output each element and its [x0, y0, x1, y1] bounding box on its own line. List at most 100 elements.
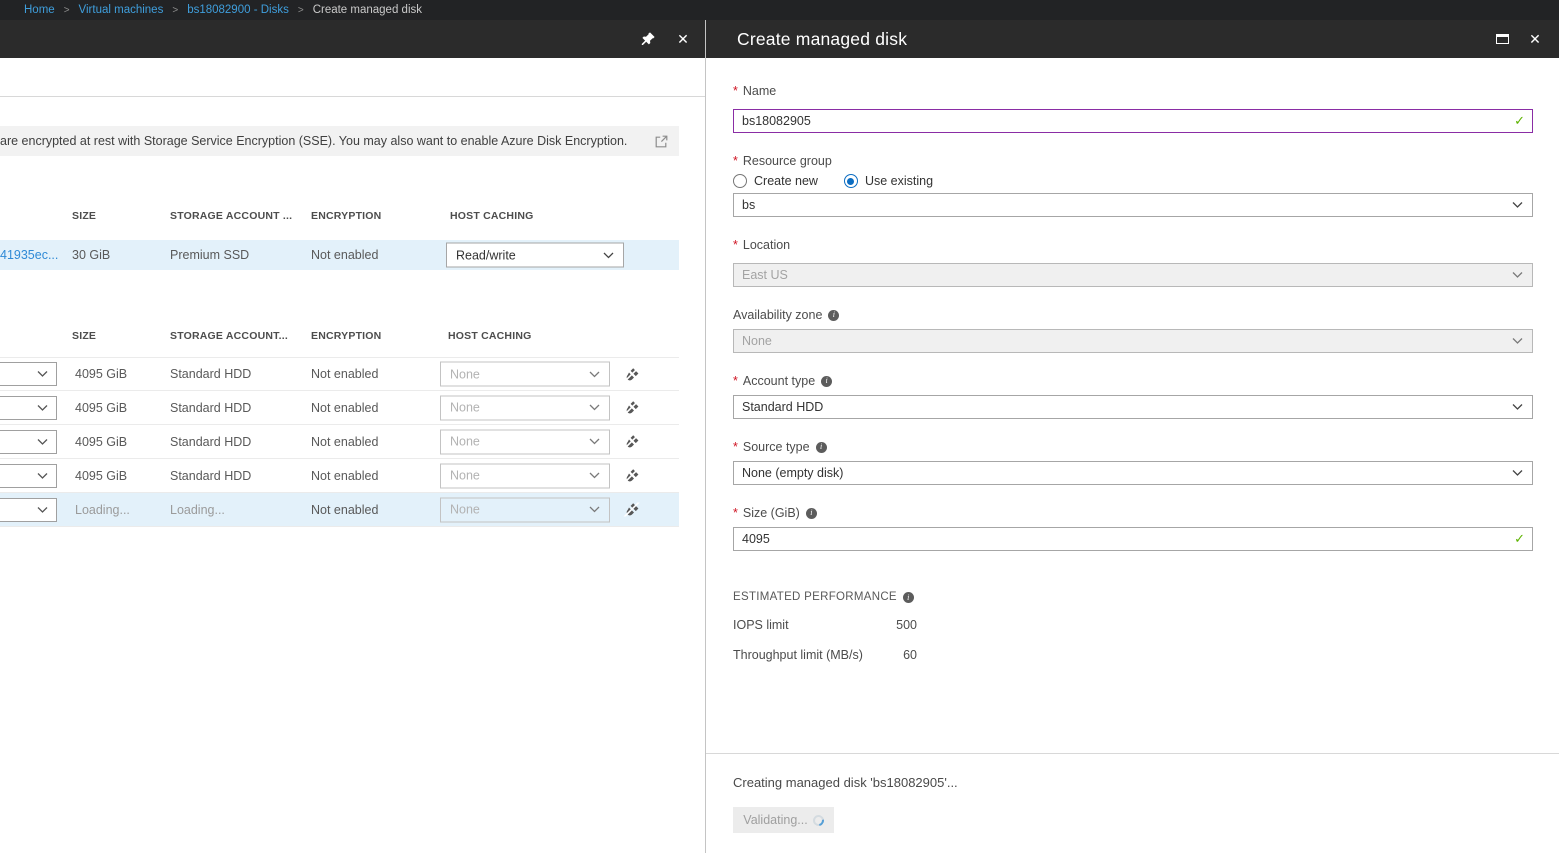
pin-icon[interactable]: [640, 31, 656, 47]
external-link-icon[interactable]: [654, 134, 669, 149]
detach-disk-icon[interactable]: [622, 367, 640, 382]
chevron-down-icon: [37, 438, 48, 445]
host-caching-dropdown[interactable]: None: [440, 463, 610, 488]
required-asterisk: *: [733, 85, 738, 97]
disk-size: Loading...: [75, 503, 130, 517]
radio-label: Create new: [754, 174, 818, 188]
host-caching-dropdown[interactable]: None: [440, 362, 610, 387]
size-field-group: * Size (GiB) i ✓: [733, 507, 1533, 551]
throughput-limit-value: 60: [893, 648, 917, 662]
lun-dropdown[interactable]: [0, 464, 57, 488]
table-row: 4095 GiB Standard HDD Not enabled None: [0, 459, 679, 493]
radio-circle-selected: [844, 174, 858, 188]
column-storage-account: STORAGE ACCOUNT ...: [170, 210, 292, 222]
estimated-performance-section: ESTIMATED PERFORMANCE i IOPS limit 500 T…: [733, 591, 1533, 662]
source-type-value: None (empty disk): [742, 466, 843, 480]
table-row: 4095 GiB Standard HDD Not enabled None: [0, 391, 679, 425]
account-type-field-group: * Account type i Standard HDD: [733, 375, 1533, 419]
column-host-caching: HOST CACHING: [448, 330, 531, 342]
column-encryption: ENCRYPTION: [311, 330, 381, 342]
detach-disk-icon[interactable]: [622, 400, 640, 415]
detach-disk-icon[interactable]: [622, 434, 640, 449]
iops-limit-label: IOPS limit: [733, 618, 893, 632]
location-field-group: * Location East US: [733, 239, 1533, 287]
host-caching-dropdown[interactable]: None: [440, 497, 610, 522]
account-type-dropdown[interactable]: Standard HDD: [733, 395, 1533, 419]
lun-dropdown[interactable]: [0, 498, 57, 522]
account-type-value: Standard HDD: [742, 400, 823, 414]
source-type-dropdown[interactable]: None (empty disk): [733, 461, 1533, 485]
host-caching-dropdown[interactable]: Read/write: [446, 243, 624, 268]
info-icon[interactable]: i: [903, 592, 914, 603]
disk-size: 4095 GiB: [75, 469, 127, 483]
required-asterisk: *: [733, 239, 738, 251]
status-text: Creating managed disk 'bs18082905'...: [733, 775, 1533, 790]
validating-button[interactable]: Validating...: [733, 807, 834, 833]
column-size: SIZE: [72, 210, 96, 222]
close-icon[interactable]: ✕: [675, 31, 691, 47]
resource-group-value: bs: [742, 198, 755, 212]
breadcrumb-separator: >: [298, 5, 304, 16]
table-row: Loading... Loading... Not enabled None: [0, 493, 679, 527]
disk-size: 4095 GiB: [75, 401, 127, 415]
breadcrumb-vm-disks[interactable]: bs18082900 - Disks: [187, 4, 289, 16]
table-row: 4095 GiB Standard HDD Not enabled None: [0, 357, 679, 391]
required-asterisk: *: [733, 507, 738, 519]
host-caching-value: None: [450, 367, 480, 381]
name-input[interactable]: [734, 110, 1532, 132]
detach-disk-icon[interactable]: [622, 502, 640, 517]
chevron-down-icon: [589, 371, 600, 378]
breadcrumb: Home > Virtual machines > bs18082900 - D…: [0, 0, 1559, 20]
info-icon[interactable]: i: [806, 508, 817, 519]
breadcrumb-home[interactable]: Home: [24, 4, 55, 16]
chevron-down-icon: [1512, 470, 1523, 477]
lun-dropdown[interactable]: [0, 430, 57, 454]
chevron-down-icon: [37, 371, 48, 378]
info-icon[interactable]: i: [828, 310, 839, 321]
name-field-group: * Name ✓: [733, 85, 1533, 133]
blade-header: Create managed disk ✕: [706, 20, 1559, 58]
toolbar-divider: [0, 58, 705, 97]
valid-check-icon: ✓: [1514, 113, 1525, 129]
iops-limit-value: 500: [893, 618, 917, 632]
host-caching-value: None: [450, 435, 480, 449]
availability-zone-dropdown: None: [733, 329, 1533, 353]
disk-encryption: Not enabled: [311, 367, 378, 381]
disk-storage-account: Premium SSD: [170, 248, 249, 262]
lun-dropdown[interactable]: [0, 362, 57, 386]
disk-storage-account: Standard HDD: [170, 367, 251, 381]
availability-zone-field-group: Availability zone i None: [733, 309, 1533, 353]
validating-label: Validating...: [743, 813, 807, 827]
availability-zone-value: None: [742, 334, 772, 348]
info-icon[interactable]: i: [816, 442, 827, 453]
name-input-box: ✓: [733, 109, 1533, 133]
disk-name-link[interactable]: 41935ec...: [0, 248, 58, 262]
banner-text: are encrypted at rest with Storage Servi…: [0, 134, 646, 148]
maximize-icon[interactable]: [1494, 31, 1510, 47]
use-existing-radio[interactable]: Use existing: [844, 174, 933, 188]
create-new-radio[interactable]: Create new: [733, 174, 818, 188]
detach-disk-icon[interactable]: [622, 468, 640, 483]
host-caching-dropdown[interactable]: None: [440, 395, 610, 420]
resource-group-dropdown[interactable]: bs: [733, 193, 1533, 217]
chevron-down-icon: [603, 252, 614, 259]
location-label: * Location: [733, 239, 1533, 251]
disks-blade-header: ✕: [0, 20, 705, 58]
info-icon[interactable]: i: [821, 376, 832, 387]
disk-storage-account: Standard HDD: [170, 469, 251, 483]
disk-encryption: Not enabled: [311, 435, 378, 449]
resource-group-field-group: * Resource group Create new Use existing…: [733, 155, 1533, 217]
required-asterisk: *: [733, 155, 738, 167]
host-caching-dropdown[interactable]: None: [440, 429, 610, 454]
chevron-down-icon: [589, 438, 600, 445]
close-icon[interactable]: ✕: [1527, 31, 1543, 47]
breadcrumb-virtual-machines[interactable]: Virtual machines: [79, 4, 164, 16]
valid-check-icon: ✓: [1514, 531, 1525, 547]
size-input[interactable]: [734, 528, 1532, 550]
chevron-down-icon: [37, 472, 48, 479]
lun-dropdown[interactable]: [0, 396, 57, 420]
column-storage-account: STORAGE ACCOUNT...: [170, 330, 288, 342]
account-type-label: * Account type i: [733, 375, 1533, 387]
os-disk-table-header: SIZE STORAGE ACCOUNT ... ENCRYPTION HOST…: [0, 210, 679, 226]
availability-zone-label: Availability zone i: [733, 309, 1533, 321]
